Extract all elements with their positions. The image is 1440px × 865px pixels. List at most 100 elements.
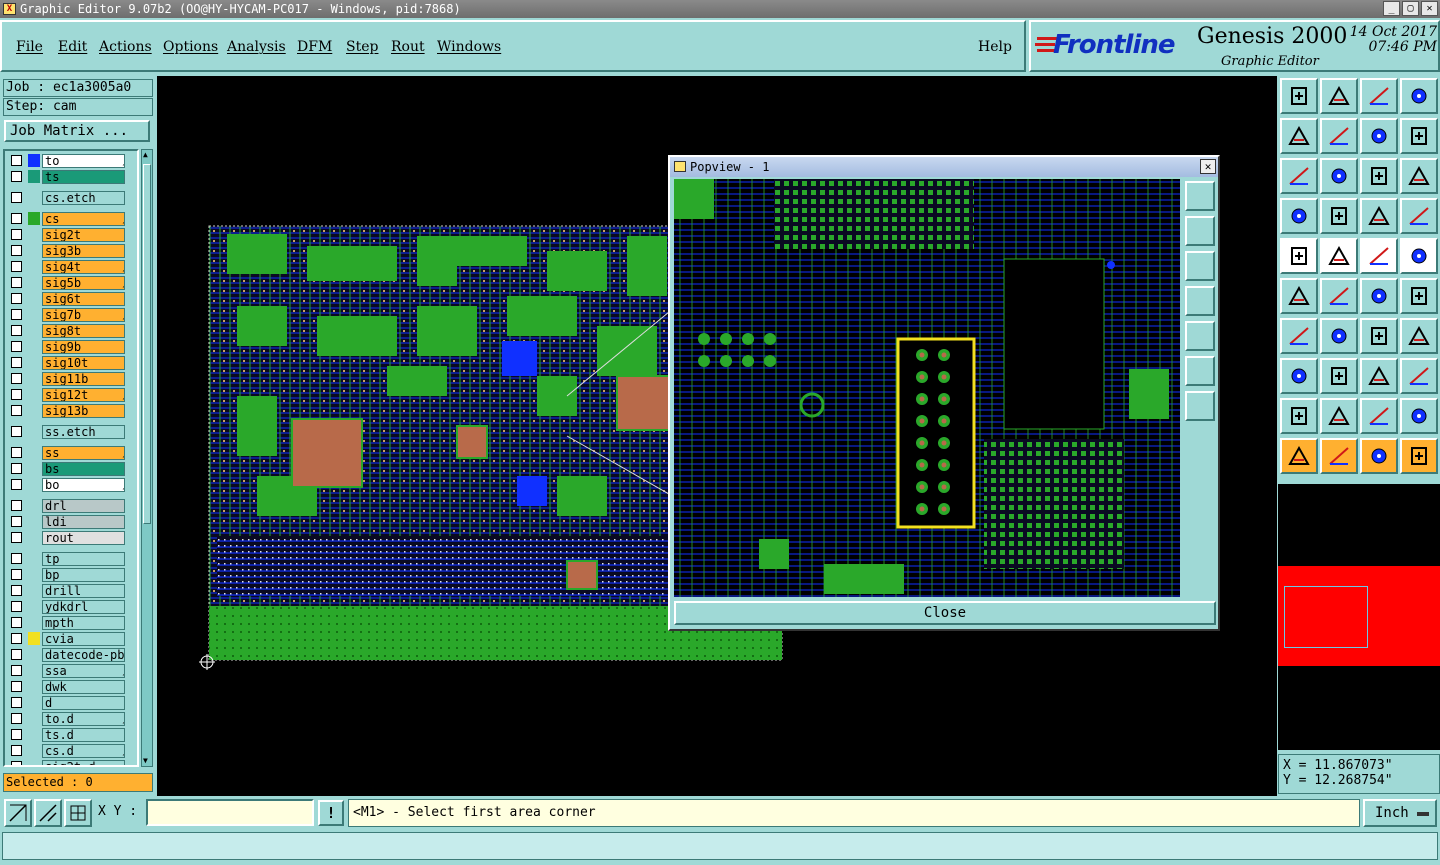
help-icon[interactable] [1400, 158, 1438, 194]
layer-name[interactable]: mpth [42, 616, 125, 630]
layer-name[interactable]: sig7b ◢ [42, 308, 125, 322]
layer-color-swatch[interactable] [28, 515, 40, 528]
route-icon[interactable] [1400, 438, 1438, 474]
layer-row-sig3b[interactable]: sig3b [7, 243, 137, 258]
layer-color-swatch[interactable] [28, 584, 40, 597]
layer-name[interactable]: bs [42, 462, 125, 476]
layer-checkbox[interactable] [11, 357, 22, 368]
layer-row-drill[interactable]: drill [7, 583, 137, 598]
layer-row-sig6t[interactable]: sig6t [7, 291, 137, 306]
popview-up-icon[interactable] [1185, 216, 1215, 246]
home-icon[interactable] [1280, 78, 1318, 114]
layer-row-sig9b[interactable]: sig9b [7, 339, 137, 354]
layer-checkbox[interactable] [11, 569, 22, 580]
layer-color-swatch[interactable] [28, 712, 40, 725]
pointer-select-icon[interactable] [1360, 438, 1398, 474]
layer-color-swatch[interactable] [28, 499, 40, 512]
features-icon[interactable] [1400, 198, 1438, 234]
layer-name[interactable]: sig4t ◢ [42, 260, 125, 274]
maximize-button[interactable]: ▢ [1402, 1, 1419, 16]
layer-checkbox[interactable] [11, 516, 22, 527]
layer-color-swatch[interactable] [28, 372, 40, 385]
layer-name[interactable]: ssa ◢ [42, 664, 125, 678]
s-curve-icon[interactable] [1400, 118, 1438, 154]
layer-row-ss[interactable]: ss ◢ [7, 445, 137, 460]
layer-name[interactable]: sig5b ◢ [42, 276, 125, 290]
arch-alt-icon[interactable] [1360, 398, 1398, 434]
scale-1-2-icon[interactable] [1360, 158, 1398, 194]
layer-name[interactable]: ldi [42, 515, 125, 529]
pointer-icon[interactable] [1280, 438, 1318, 474]
layer-name[interactable]: datecode-pbc [42, 648, 125, 662]
layer-checkbox[interactable] [11, 463, 22, 474]
layer-row-bs[interactable]: bs [7, 461, 137, 476]
layer-checkbox[interactable] [11, 553, 22, 564]
ruler-icon[interactable] [1360, 238, 1398, 274]
layer-row-sig12t[interactable]: sig12t ◢ [7, 387, 137, 402]
layer-name[interactable]: tp [42, 552, 125, 566]
layer-color-swatch[interactable] [28, 664, 40, 677]
down-arrow-icon[interactable] [1320, 78, 1358, 114]
layer-row-cs.d[interactable]: cs.d ◢ [7, 743, 137, 758]
layer-row-sig2t.d[interactable]: sig2t.d [7, 759, 137, 765]
popview-close-icon[interactable]: ✕ [1200, 159, 1216, 174]
layer-color-swatch[interactable] [28, 404, 40, 417]
layer-checkbox[interactable] [11, 309, 22, 320]
layer-checkbox[interactable] [11, 633, 22, 644]
bracket-icon[interactable] [1360, 358, 1398, 394]
layer-color-swatch[interactable] [28, 212, 40, 225]
popview-zoom-in-icon[interactable] [1185, 356, 1215, 386]
popview-close-button[interactable]: Close [674, 601, 1216, 625]
layer-name[interactable]: rout [42, 531, 125, 545]
layer-row-cs.etch[interactable]: cs.etch [7, 190, 137, 205]
layer-checkbox[interactable] [11, 585, 22, 596]
layer-checkbox[interactable] [11, 649, 22, 660]
layer-checkbox[interactable] [11, 405, 22, 416]
minimize-button[interactable]: _ [1383, 1, 1400, 16]
layer-color-swatch[interactable] [28, 324, 40, 337]
split-view-icon[interactable] [1400, 78, 1438, 114]
layer-checkbox[interactable] [11, 532, 22, 543]
layer-name[interactable]: d [42, 696, 125, 710]
layer-name[interactable]: cs.etch [42, 191, 125, 205]
layer-color-swatch[interactable] [28, 680, 40, 693]
menu-actions[interactable]: Actions [99, 39, 152, 55]
layer-row-cvia[interactable]: cvia [7, 631, 137, 646]
layer-name[interactable]: cs.d ◢ [42, 744, 125, 758]
layer-checkbox[interactable] [11, 500, 22, 511]
layer-row-to[interactable]: to ◢ [7, 153, 137, 168]
layer-color-swatch[interactable] [28, 744, 40, 757]
minus-icon[interactable] [1320, 358, 1358, 394]
layer-color-swatch[interactable] [28, 531, 40, 544]
cross-icon[interactable] [1320, 278, 1358, 314]
layer-name[interactable]: sig8t [42, 324, 125, 338]
menu-rout[interactable]: Rout [391, 39, 425, 55]
layer-row-ts[interactable]: ts [7, 169, 137, 184]
layer-checkbox[interactable] [11, 447, 22, 458]
snap-icon[interactable] [4, 799, 32, 827]
job-matrix-button[interactable]: Job Matrix ... [4, 120, 150, 142]
layer-color-swatch[interactable] [28, 425, 40, 438]
layer-color-swatch[interactable] [28, 388, 40, 401]
layer-name[interactable]: drill [42, 584, 125, 598]
pad-line-icon[interactable] [1280, 358, 1318, 394]
warning-icon[interactable]: ! [318, 800, 344, 826]
layer-color-swatch[interactable] [28, 728, 40, 741]
grid-icon[interactable] [64, 799, 92, 827]
layer-name[interactable]: sig12t ◢ [42, 388, 125, 402]
layer-name[interactable]: ss ◢ [42, 446, 125, 460]
menu-analysis[interactable]: Analysis [227, 39, 286, 55]
layer-color-swatch[interactable] [28, 292, 40, 305]
grid-toggle-icon[interactable] [1320, 198, 1358, 234]
layer-row-sig11b[interactable]: sig11b [7, 371, 137, 386]
layer-color-swatch[interactable] [28, 552, 40, 565]
layer-checkbox[interactable] [11, 426, 22, 437]
layer-name[interactable]: cs ◢ [42, 212, 125, 226]
layer-color-swatch[interactable] [28, 760, 40, 765]
layer-checkbox[interactable] [11, 171, 22, 182]
layer-checkbox[interactable] [11, 245, 22, 256]
export-icon[interactable] [1320, 118, 1358, 154]
layer-checkbox[interactable] [11, 745, 22, 756]
popview-zoom-out-icon[interactable] [1185, 391, 1215, 421]
gear-icon[interactable] [1400, 358, 1438, 394]
